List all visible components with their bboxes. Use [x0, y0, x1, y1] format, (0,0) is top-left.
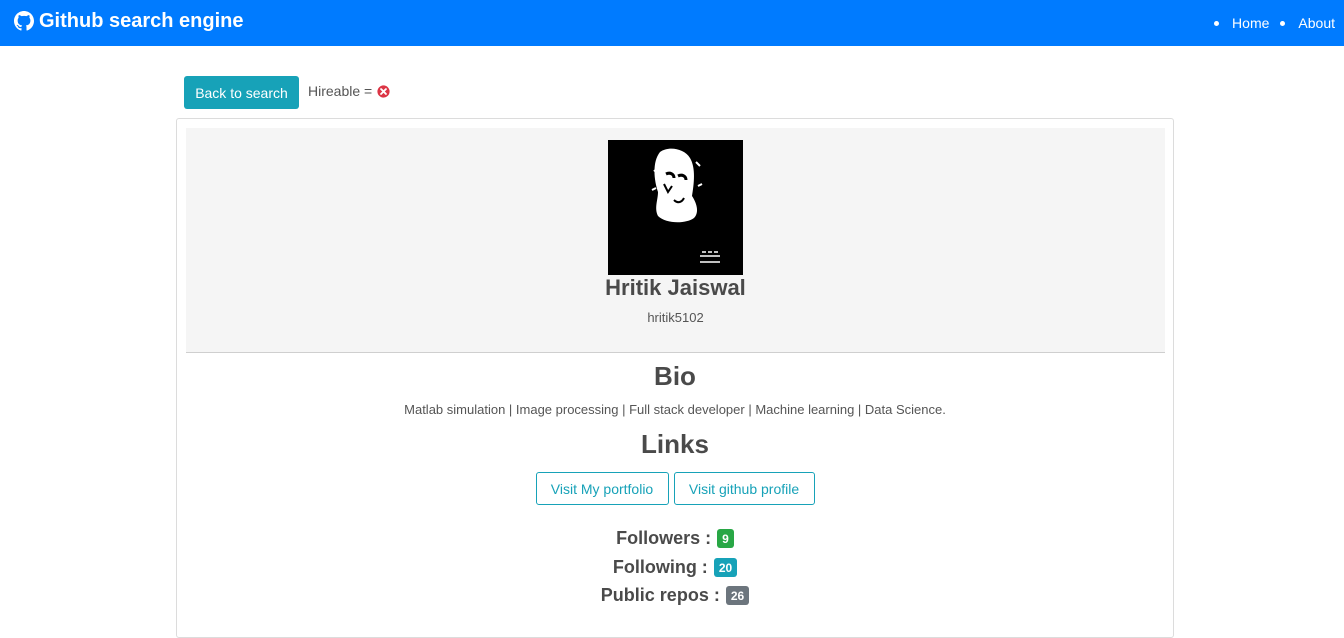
- followers-badge: 9: [717, 529, 734, 548]
- user-card: Hritik Jaiswal hritik5102 Bio Matlab sim…: [176, 118, 1174, 638]
- bullet-icon: [1214, 20, 1220, 26]
- brand-link[interactable]: Github search engine: [14, 8, 243, 34]
- bullet-icon: [1280, 20, 1286, 26]
- nav-links: Home About: [1214, 14, 1344, 32]
- profile-name: Hritik Jaiswal: [605, 275, 746, 300]
- nav-home-label: Home: [1232, 15, 1270, 31]
- followers-stat: Followers : 9: [177, 528, 1173, 549]
- nav-about-label: About: [1298, 15, 1335, 31]
- github-icon: [14, 11, 34, 31]
- bio-heading: Bio: [654, 361, 696, 391]
- navbar: Github search engine Home About: [0, 0, 1344, 46]
- github-profile-button[interactable]: Visit github profile: [673, 472, 815, 505]
- nav-home-link[interactable]: Home: [1214, 15, 1269, 31]
- followers-label: Followers :: [616, 528, 712, 548]
- public-repos-label: Public repos :: [600, 585, 720, 605]
- bio-text: Matlab simulation | Image processing | F…: [404, 402, 946, 417]
- x-circle-icon: [377, 84, 390, 98]
- profile-login: hritik5102: [647, 310, 704, 325]
- public-repos-badge: 26: [725, 586, 750, 605]
- following-badge: 20: [713, 558, 738, 577]
- hireable-label: Hireable =: [308, 83, 373, 99]
- following-label: Following :: [612, 557, 708, 577]
- public-repos-stat: Public repos : 26: [177, 585, 1173, 606]
- back-to-search-button[interactable]: Back to search: [184, 76, 299, 109]
- following-stat: Following : 20: [177, 557, 1173, 578]
- links-heading: Links: [641, 429, 709, 459]
- links-row: Visit My portfolio Visit github profile: [177, 472, 1173, 505]
- brand-title: Github search engine: [39, 9, 244, 32]
- profile-header: Hritik Jaiswal hritik5102: [186, 128, 1165, 353]
- avatar: [608, 140, 743, 275]
- portfolio-button[interactable]: Visit My portfolio: [535, 472, 669, 505]
- hireable-status: Hireable =: [308, 82, 390, 100]
- nav-about-link[interactable]: About: [1280, 15, 1335, 31]
